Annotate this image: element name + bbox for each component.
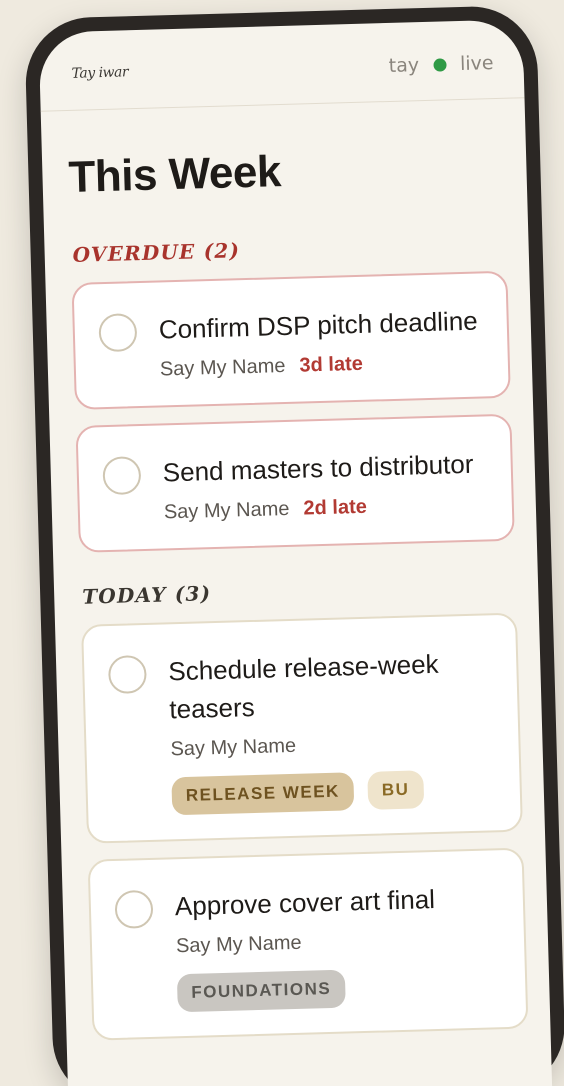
complete-checkbox[interactable] <box>102 456 142 496</box>
task-body: Confirm DSP pitch deadline Say My Name 3… <box>158 301 484 381</box>
task-card[interactable]: Confirm DSP pitch deadline Say My Name 3… <box>71 270 511 410</box>
late-badge: 2d late <box>303 495 368 520</box>
project-name: Say My Name <box>175 931 302 958</box>
task-meta: Say My Name <box>176 926 501 958</box>
tag-foundations[interactable]: FOUNDATIONS <box>176 969 346 1013</box>
phone-frame: Tay iwar tay live This Week OVERDUE (2) … <box>24 4 564 1086</box>
tag-release-week[interactable]: RELEASE WEEK <box>171 772 355 816</box>
task-body: Approve cover art final Say My Name FOUN… <box>174 878 502 1013</box>
project-name: Say My Name <box>163 497 290 524</box>
app-screen: Tay iwar tay live This Week OVERDUE (2) … <box>38 19 553 1086</box>
task-meta: Say My Name 3d late <box>160 349 485 381</box>
task-body: Schedule release-week teasers Say My Nam… <box>168 643 496 816</box>
main-content: This Week OVERDUE (2) Confirm DSP pitch … <box>42 140 551 1041</box>
task-title[interactable]: Send masters to distributor <box>162 444 487 491</box>
project-name: Say My Name <box>159 354 286 381</box>
task-meta: Say My Name 2d late <box>164 492 489 524</box>
tag-list: RELEASE WEEK BU <box>171 768 496 816</box>
project-name: Say My Name <box>170 734 297 761</box>
task-title[interactable]: Schedule release-week teasers <box>168 643 494 728</box>
top-bar: Tay iwar tay live <box>38 19 525 112</box>
stage: Tay iwar tay live This Week OVERDUE (2) … <box>0 0 564 1086</box>
late-badge: 3d late <box>299 352 364 377</box>
tag-bu[interactable]: BU <box>367 770 424 810</box>
page-title: This Week <box>67 147 282 202</box>
live-label: live <box>459 52 494 75</box>
signature-logo: Tay iwar <box>71 64 129 82</box>
task-title[interactable]: Approve cover art final <box>174 878 499 925</box>
live-status-icon <box>432 57 447 72</box>
username[interactable]: tay <box>388 54 419 77</box>
task-body: Send masters to distributor Say My Name … <box>162 444 488 524</box>
task-meta: Say My Name <box>170 729 495 761</box>
section-heading-overdue: OVERDUE (2) <box>72 238 241 267</box>
task-card[interactable]: Approve cover art final Say My Name FOUN… <box>87 847 529 1041</box>
status-area: tay live <box>388 52 493 77</box>
task-title[interactable]: Confirm DSP pitch deadline <box>158 301 483 348</box>
section-heading-today: TODAY (3) <box>81 581 212 609</box>
complete-checkbox[interactable] <box>114 889 154 929</box>
task-card[interactable]: Send masters to distributor Say My Name … <box>75 413 515 553</box>
complete-checkbox[interactable] <box>98 313 138 353</box>
task-card[interactable]: Schedule release-week teasers Say My Nam… <box>81 612 523 844</box>
tag-list: FOUNDATIONS <box>176 965 502 1013</box>
complete-checkbox[interactable] <box>107 654 147 695</box>
